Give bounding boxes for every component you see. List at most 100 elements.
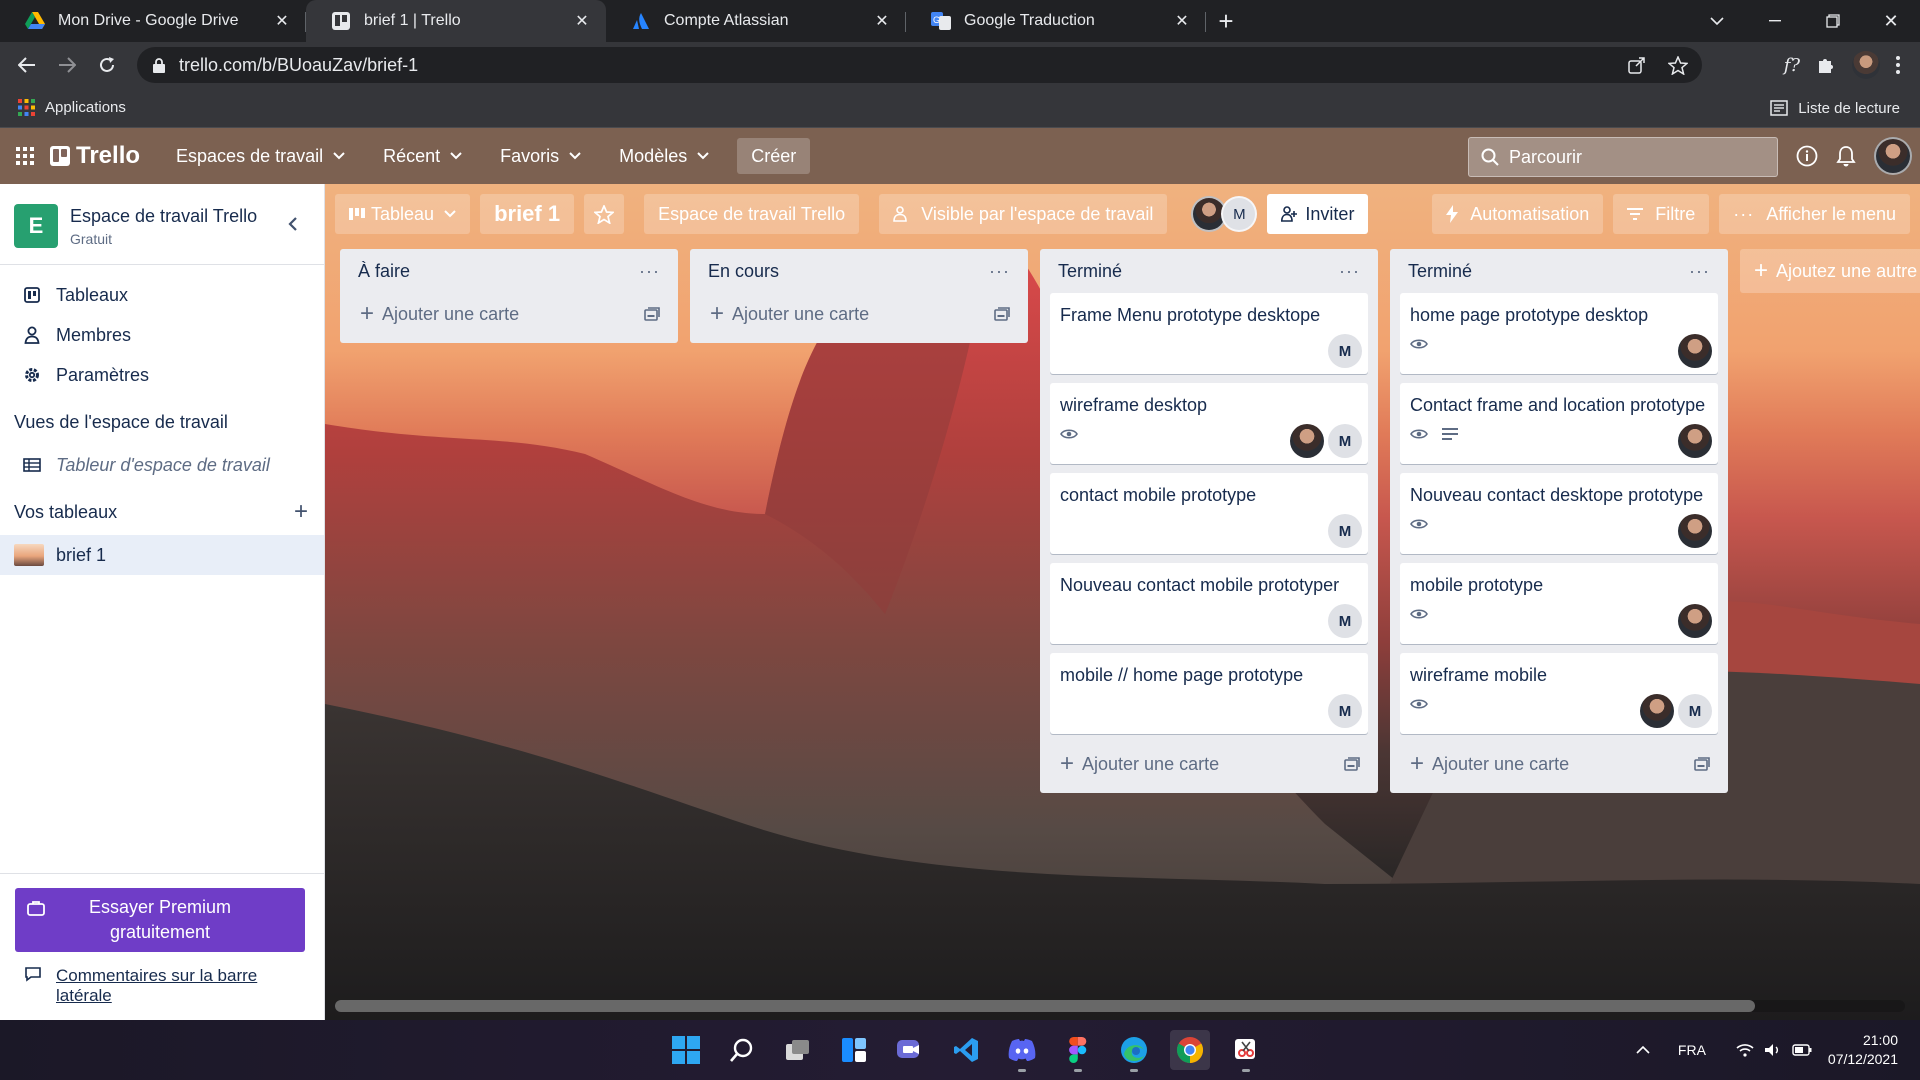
card-member-initials[interactable]: M	[1328, 694, 1362, 728]
card[interactable]: home page prototype desktop	[1400, 293, 1718, 374]
minimize-icon[interactable]	[1746, 0, 1804, 42]
sidebar-feedback-link[interactable]: Commentaires sur la barre latérale	[24, 966, 296, 1006]
windows-start-icon[interactable]	[666, 1030, 706, 1070]
card[interactable]: Nouveau contact mobile prototyper M	[1050, 563, 1368, 644]
workspace-button[interactable]: Espace de travail Trello	[644, 194, 860, 234]
list-title[interactable]: Terminé	[1058, 261, 1122, 282]
card[interactable]: Frame Menu prototype desktope M	[1050, 293, 1368, 374]
card-member-initials[interactable]: M	[1328, 424, 1362, 458]
apps-bookmark[interactable]: Applications	[45, 99, 126, 116]
teams-chat-icon[interactable]	[890, 1030, 930, 1070]
card-member-avatar[interactable]	[1678, 514, 1712, 548]
workspace-header[interactable]: E Espace de travail Trello Gratuit	[0, 184, 324, 250]
card-member-avatar[interactable]	[1678, 334, 1712, 368]
notifications-bell-icon[interactable]	[1836, 145, 1856, 167]
card-member-avatar[interactable]	[1678, 424, 1712, 458]
nav-templates[interactable]: Modèles	[605, 138, 723, 174]
card[interactable]: mobile // home page prototype M	[1050, 653, 1368, 734]
address-bar[interactable]: trello.com/b/BUoauZav/brief-1	[137, 47, 1702, 83]
browser-tab[interactable]: Mon Drive - Google Drive ✕	[0, 0, 306, 42]
card-member-initials[interactable]: M	[1328, 514, 1362, 548]
info-icon[interactable]	[1796, 145, 1818, 167]
browser-tab[interactable]: Compte Atlassian ✕	[606, 0, 906, 42]
close-window-icon[interactable]: ✕	[1862, 0, 1920, 42]
card-member-avatar[interactable]	[1640, 694, 1674, 728]
add-card-button[interactable]: + Ajouter une carte	[1400, 743, 1718, 785]
board-member-initials[interactable]: M	[1221, 196, 1258, 232]
show-menu-button[interactable]: ··· Afficher le menu	[1719, 194, 1910, 234]
card[interactable]: wireframe desktop M	[1050, 383, 1368, 464]
card-member-avatar[interactable]	[1290, 424, 1324, 458]
list-title[interactable]: En cours	[708, 261, 779, 282]
list-header[interactable]: À faire ···	[350, 249, 668, 293]
close-tab-icon[interactable]: ✕	[572, 11, 592, 31]
add-card-button[interactable]: + Ajouter une carte	[700, 293, 1018, 335]
reading-list-button[interactable]: Liste de lecture	[1770, 88, 1900, 128]
list-menu-icon[interactable]: ···	[1689, 261, 1710, 282]
card-template-icon[interactable]	[644, 307, 660, 321]
new-tab-button[interactable]: +	[1206, 0, 1246, 42]
snipping-tool-icon[interactable]	[1226, 1030, 1266, 1072]
widgets-icon[interactable]	[834, 1030, 874, 1070]
filter-button[interactable]: Filtre	[1613, 194, 1710, 234]
edge-icon[interactable]	[1114, 1030, 1154, 1072]
restore-icon[interactable]	[1804, 0, 1862, 42]
share-icon[interactable]	[1628, 56, 1646, 74]
user-avatar[interactable]	[1874, 137, 1912, 175]
profile-avatar[interactable]	[1852, 51, 1880, 79]
card-member-initials[interactable]: M	[1328, 334, 1362, 368]
battery-icon[interactable]	[1792, 1044, 1812, 1056]
automation-button[interactable]: Automatisation	[1432, 194, 1604, 234]
figma-icon[interactable]	[1058, 1030, 1098, 1072]
back-icon[interactable]	[7, 45, 47, 85]
app-switcher-icon[interactable]	[0, 138, 44, 174]
trello-logo[interactable]: Trello	[44, 138, 154, 174]
language-indicator[interactable]: FRA	[1678, 1042, 1706, 1058]
formula-extension-icon[interactable]: f?	[1784, 55, 1800, 76]
tab-search-icon[interactable]	[1688, 0, 1746, 42]
card-template-icon[interactable]	[994, 307, 1010, 321]
sidebar-board-brief-1[interactable]: brief 1	[0, 535, 324, 575]
sidebar-item-settings[interactable]: Paramètres	[0, 355, 324, 395]
card-member-avatar[interactable]	[1678, 604, 1712, 638]
card-member-initials[interactable]: M	[1328, 604, 1362, 638]
add-list-button[interactable]: + Ajoutez une autre liste	[1740, 249, 1920, 293]
try-premium-button[interactable]: Essayer Premium gratuitement	[15, 888, 305, 952]
add-card-button[interactable]: + Ajouter une carte	[350, 293, 668, 335]
card-template-icon[interactable]	[1344, 757, 1360, 771]
kebab-menu-icon[interactable]	[1896, 56, 1900, 74]
sidebar-item-workspace-table[interactable]: Tableur d'espace de travail	[0, 445, 324, 485]
puzzle-icon[interactable]	[1816, 55, 1836, 75]
bookmark-star-icon[interactable]	[1668, 55, 1688, 75]
sidebar-item-boards[interactable]: Tableaux	[0, 275, 324, 315]
view-switcher-button[interactable]: Tableau	[335, 194, 471, 234]
clock[interactable]: 21:00 07/12/2021	[1828, 1031, 1898, 1069]
collapse-sidebar-icon[interactable]	[288, 216, 298, 232]
list-title[interactable]: À faire	[358, 261, 410, 282]
close-tab-icon[interactable]: ✕	[272, 11, 292, 31]
forward-icon[interactable]	[47, 45, 87, 85]
reload-icon[interactable]	[87, 45, 127, 85]
card-template-icon[interactable]	[1694, 757, 1710, 771]
board-name[interactable]: brief 1	[480, 194, 575, 234]
card[interactable]: mobile prototype	[1400, 563, 1718, 644]
search-icon[interactable]	[722, 1030, 762, 1070]
card[interactable]: Contact frame and location prototype	[1400, 383, 1718, 464]
apps-grid-icon[interactable]	[18, 99, 35, 116]
close-tab-icon[interactable]: ✕	[872, 11, 892, 31]
chevron-up-icon[interactable]	[1636, 1046, 1650, 1054]
list-menu-icon[interactable]: ···	[1339, 261, 1360, 282]
nav-favorites[interactable]: Favoris	[486, 138, 595, 174]
chrome-icon[interactable]	[1170, 1030, 1210, 1070]
lock-icon[interactable]	[153, 57, 165, 73]
add-card-button[interactable]: + Ajouter une carte	[1050, 743, 1368, 785]
browser-tab[interactable]: G Google Traduction ✕	[906, 0, 1206, 42]
vscode-icon[interactable]	[946, 1030, 986, 1070]
list-menu-icon[interactable]: ···	[639, 261, 660, 282]
card[interactable]: contact mobile prototype M	[1050, 473, 1368, 554]
task-view-icon[interactable]	[778, 1030, 818, 1070]
volume-icon[interactable]	[1764, 1043, 1782, 1057]
create-button[interactable]: Créer	[737, 138, 811, 174]
horizontal-scrollbar-thumb[interactable]	[335, 1000, 1755, 1012]
add-board-icon[interactable]: +	[294, 498, 308, 526]
